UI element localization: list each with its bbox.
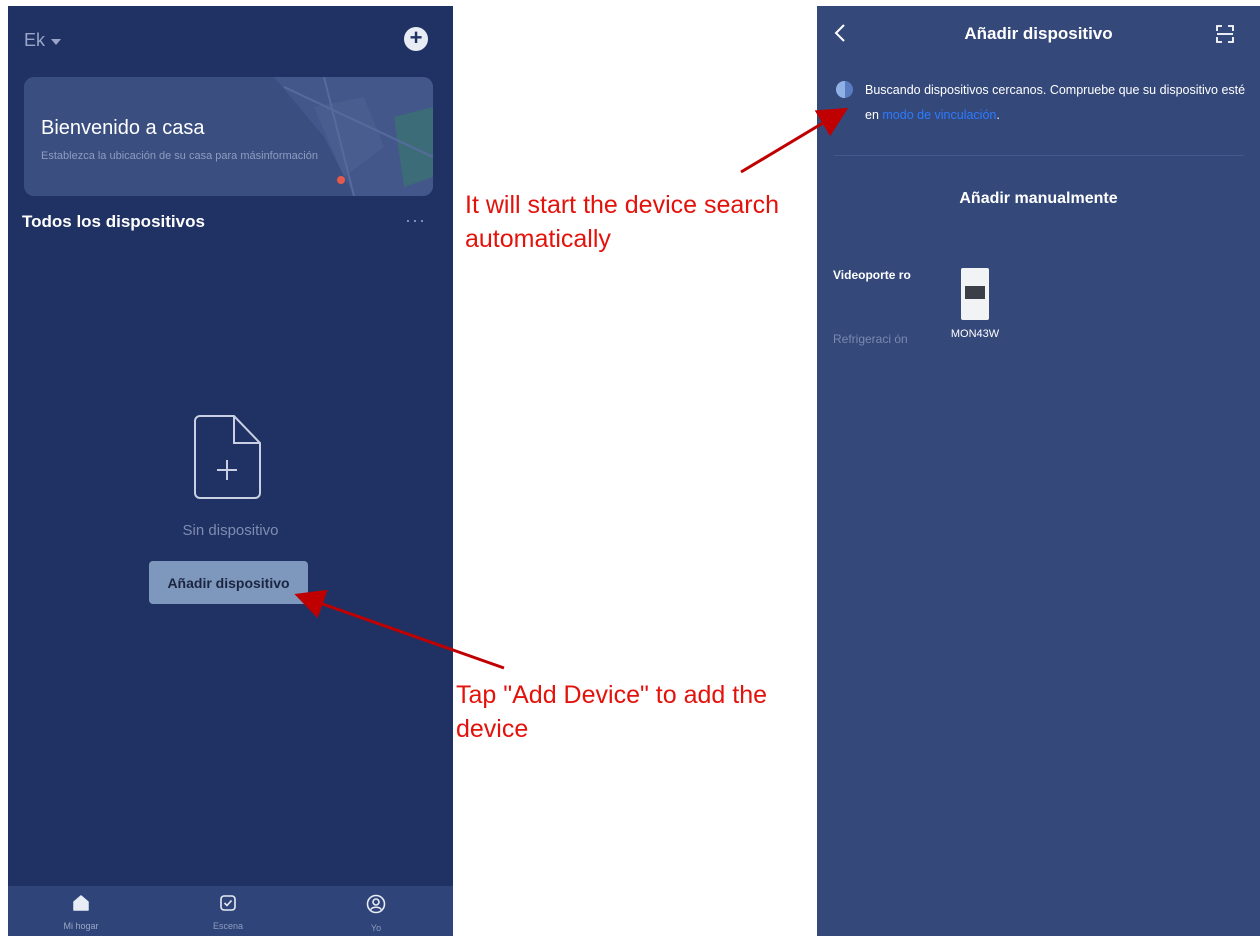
arrow-to-add-button	[294, 589, 505, 670]
annotation-arrows	[294, 107, 849, 670]
arrow-to-search	[740, 107, 849, 174]
